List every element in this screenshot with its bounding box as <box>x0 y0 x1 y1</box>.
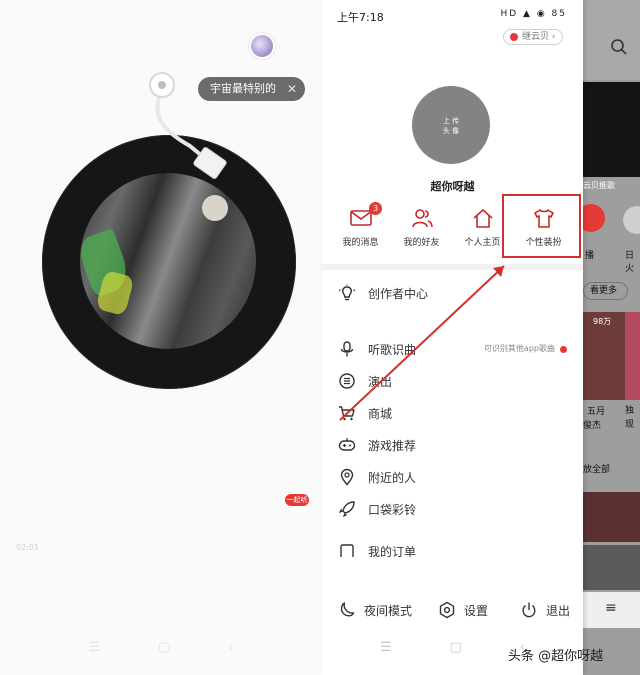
upload-avatar-line1: 上 传 <box>442 117 460 125</box>
menu-label: 口袋彩铃 <box>368 502 417 517</box>
album-cover <box>80 173 256 349</box>
cart-icon <box>339 406 355 421</box>
drawer-menu: 创作者中心 听歌识曲 可识别其他app歌曲 演出 商城 游戏推荐 附近的人 口袋… <box>322 277 583 557</box>
home-nav-icon[interactable]: ▢ <box>158 640 170 668</box>
peek-red-disc <box>583 204 605 232</box>
menu-nav-icon[interactable]: ☰ <box>88 640 100 668</box>
menu-spacer <box>322 525 583 537</box>
message-badge: 3 <box>369 202 382 215</box>
location-icon <box>340 468 354 486</box>
home-icon <box>472 209 493 228</box>
order-icon <box>340 544 354 557</box>
annotation-highlight-box <box>502 194 581 258</box>
home-nav-icon[interactable]: ▢ <box>450 640 462 668</box>
cloud-coin-button[interactable]: 继云贝 › <box>503 29 563 45</box>
friends-icon <box>411 209 433 228</box>
close-icon[interactable]: ✕ <box>287 77 297 101</box>
menu-item-games[interactable]: 游戏推荐 <box>322 429 583 461</box>
user-avatar-small[interactable] <box>249 33 275 59</box>
menu-item-ringtone[interactable]: 口袋彩铃 <box>322 493 583 525</box>
menu-item-song-recognition[interactable]: 听歌识曲 可识别其他app歌曲 <box>322 333 583 365</box>
night-mode-button[interactable]: 夜间模式 <box>338 601 412 619</box>
listen-together-button[interactable]: 一起听 <box>285 494 309 506</box>
mic-icon <box>340 341 354 357</box>
peek-text-c: 独 现 <box>625 406 635 430</box>
playlist-icon[interactable]: ≡ <box>605 600 617 616</box>
peek-tag-broadcast: 播 <box>585 251 595 261</box>
shortcut-label: 我的好友 <box>403 238 440 248</box>
settings-icon <box>439 601 455 619</box>
menu-item-orders[interactable]: 我的订单 <box>322 537 583 557</box>
status-icons: HD ▲ ◉ 85 <box>500 9 567 19</box>
song-recognition-hint: 可识别其他app歌曲 <box>483 344 555 353</box>
username: 超你呀越 <box>430 180 475 193</box>
status-time: 上午7:18 <box>337 11 384 24</box>
menu-label: 游戏推荐 <box>368 438 417 453</box>
peek-gray-disc <box>623 206 640 234</box>
power-icon <box>522 602 536 618</box>
chevron-right-icon: › <box>551 32 556 42</box>
ticket-icon <box>339 373 355 389</box>
menu-item-nearby[interactable]: 附近的人 <box>322 461 583 493</box>
moon-icon <box>340 602 355 617</box>
cloud-coin-icon <box>510 33 518 41</box>
menu-label: 演出 <box>368 374 393 389</box>
section-divider <box>322 264 583 270</box>
upload-avatar-button[interactable]: 上 传 头 像 <box>412 86 490 164</box>
menu-spacer <box>322 309 583 333</box>
shortcut-label: 我的消息 <box>342 238 379 248</box>
side-drawer: 上午7:18 HD ▲ ◉ 85 继云贝 › 上 传 头 像 超你呀越 3 我的… <box>322 0 583 675</box>
tonearm-base <box>149 72 175 98</box>
peek-text-a: 五月 <box>587 407 606 417</box>
settings-button[interactable]: 设置 <box>438 601 488 619</box>
peek-text-b: 俊杰 <box>583 421 602 431</box>
new-dot <box>560 346 567 353</box>
logout-label: 退出 <box>546 603 571 618</box>
menu-label: 我的订单 <box>368 545 417 557</box>
night-mode-label: 夜间模式 <box>364 603 413 618</box>
menu-item-store[interactable]: 商城 <box>322 397 583 429</box>
logout-button[interactable]: 退出 <box>520 601 570 619</box>
menu-label: 附近的人 <box>368 470 417 485</box>
rocket-icon <box>338 501 355 518</box>
peek-play-all[interactable]: 放全部 <box>583 462 610 475</box>
back-nav-icon[interactable]: ‹ <box>228 640 233 668</box>
shortcut-messages[interactable]: 3 我的消息 <box>330 202 391 256</box>
player-panel: 宇宙最特别的 ✕ 一起听 02:01 ☰ ▢ ‹ <box>0 0 322 675</box>
menu-item-shows[interactable]: 演出 <box>322 365 583 397</box>
gamepad-icon <box>338 438 356 451</box>
watermark: 头条 @超你呀越 <box>508 649 604 664</box>
peek-cover-2 <box>625 312 640 400</box>
menu-label: 创作者中心 <box>368 286 429 301</box>
menu-item-creator-center[interactable]: 创作者中心 <box>322 277 583 309</box>
peek-see-more[interactable]: 看更多 <box>583 282 628 300</box>
peek-tag-recommend: 云贝推歌 <box>583 181 615 190</box>
menu-label: 听歌识曲 <box>368 342 417 357</box>
peek-tag-day: 日火 <box>625 251 635 274</box>
settings-label: 设置 <box>464 603 489 618</box>
system-nav-bar-left: ☰ ▢ ‹ <box>0 640 322 668</box>
menu-nav-icon[interactable]: ☰ <box>380 640 392 668</box>
peek-play-count: 98万 <box>593 317 612 326</box>
search-icon[interactable] <box>610 38 628 60</box>
cloud-coin-label: 继云贝 <box>522 32 550 42</box>
menu-label: 商城 <box>368 406 393 421</box>
upload-avatar-line2: 头 像 <box>442 127 460 135</box>
drawer-bottom-bar: 夜间模式 设置 退出 <box>322 592 583 628</box>
peek-bottom-bar: ≡ <box>583 592 640 628</box>
elapsed-time: 02:01 <box>16 543 40 552</box>
shortcut-friends[interactable]: 我的好友 <box>391 204 452 256</box>
bulb-icon <box>338 284 356 301</box>
main-app-peek: 云贝推歌 播 日火 看更多 98万 五月 俊杰 独 现 放全部 ≡ <box>583 0 640 675</box>
